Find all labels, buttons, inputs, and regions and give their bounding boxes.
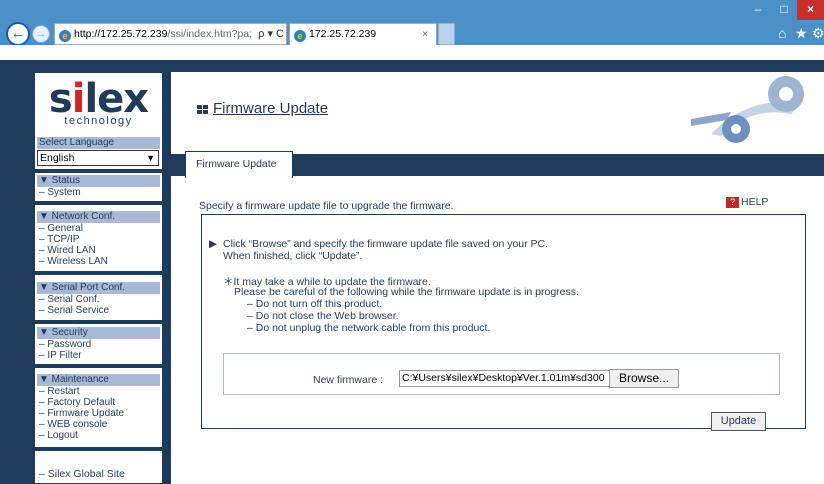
maintenance-header: ▼ Maintenance: [37, 374, 160, 386]
note-line: Please be careful of the following while…: [234, 286, 579, 298]
instruction-update: When finished, click “Update”.: [223, 250, 363, 262]
gears-decoration-icon: [691, 74, 824, 148]
divider: [35, 271, 162, 275]
maximize-button[interactable]: □: [771, 0, 797, 20]
divider: [35, 201, 162, 205]
ie-icon: e: [294, 30, 306, 42]
sidebar-item-factory-default[interactable]: – Factory Default: [39, 397, 115, 408]
new-tab-button[interactable]: [438, 23, 455, 45]
divider: [35, 447, 162, 451]
sidebar-item-firmware-update[interactable]: – Firmware Update: [39, 408, 124, 419]
title-bullet-icon: [197, 105, 209, 115]
note-line: – Do not unplug the network cable from t…: [247, 322, 491, 334]
help-book-icon: ?: [726, 197, 739, 208]
ie-icon: e: [59, 30, 71, 42]
divider: [35, 364, 162, 368]
note-line: – Do not turn off this product.: [247, 298, 383, 310]
sidebar-item-serial-service[interactable]: – Serial Service: [39, 305, 109, 316]
firmware-file-input[interactable]: C:¥Users¥silex¥Desktop¥Ver.1.01m¥sd300: [399, 370, 610, 387]
sidebar-item-wired-lan[interactable]: – Wired LAN: [39, 245, 96, 256]
sidebar-item-ip-filter[interactable]: – IP Filter: [39, 350, 82, 361]
tab-close-icon[interactable]: ×: [422, 24, 428, 45]
sidebar-item-wireless-lan[interactable]: – Wireless LAN: [39, 256, 108, 267]
divider: [35, 320, 162, 324]
divider: [35, 169, 162, 173]
language-select[interactable]: English ▼: [37, 150, 159, 166]
minimize-button[interactable]: –: [745, 0, 771, 20]
sidebar-item-tcpip[interactable]: – TCP/IP: [39, 234, 79, 245]
sidebar-item-web-console[interactable]: – WEB console: [39, 419, 107, 430]
browse-button[interactable]: Browse...: [609, 369, 679, 388]
chevron-down-icon: ▼: [146, 153, 155, 163]
arrow-icon: ▶: [209, 238, 218, 250]
status-header: ▼ Status: [37, 175, 160, 187]
favorites-icon[interactable]: ★: [795, 25, 808, 42]
settings-gear-icon[interactable]: ⚙: [812, 25, 824, 42]
browser-tab[interactable]: e 172.25.72.239 ×: [289, 23, 437, 45]
tab-firmware-update[interactable]: Firmware Update: [185, 151, 293, 178]
back-button[interactable]: ←: [6, 22, 30, 46]
security-header: ▼ Security: [37, 327, 160, 339]
sidebar-item-serial-conf[interactable]: – Serial Conf.: [39, 294, 100, 305]
address-controls[interactable]: ρ ▾ C: [256, 24, 284, 44]
address-bar[interactable]: e http://172.25.72.239/ssi/index.htm?pa; …: [54, 23, 287, 45]
page-top-margin: [0, 45, 824, 60]
sidebar-item-logout[interactable]: – Logout: [39, 430, 78, 441]
language-header: Select Language: [37, 137, 160, 149]
update-button[interactable]: Update: [711, 412, 766, 431]
main-panel: Firmware Update Firmware Update Specify …: [170, 72, 824, 484]
forward-button[interactable]: →: [32, 25, 50, 43]
sidebar-item-general[interactable]: – General: [39, 223, 83, 234]
new-firmware-label: New firmware :: [313, 374, 384, 386]
sidebar: silex technology Select Language English…: [34, 72, 163, 484]
silex-global-site-link[interactable]: – Silex Global Site: [39, 468, 125, 480]
serial-header: ▼ Serial Port Conf.: [37, 282, 160, 294]
sidebar-item-system[interactable]: – System: [39, 187, 81, 198]
home-icon[interactable]: ⌂: [778, 25, 786, 41]
address-host: http://172.25.72.239: [74, 28, 168, 40]
address-path: /ssi/index.htm?pa;: [167, 28, 253, 40]
silex-logo[interactable]: silex technology: [35, 73, 162, 135]
sidebar-item-password[interactable]: – Password: [39, 339, 91, 350]
description-text: Specify a firmware update file to upgrad…: [199, 200, 454, 212]
sidebar-item-restart[interactable]: – Restart: [39, 386, 80, 397]
instruction-browse: Click “Browse” and specify the firmware …: [223, 238, 549, 250]
tab-title: 172.25.72.239: [309, 28, 377, 40]
note-line: – Do not close the Web browser.: [247, 310, 399, 322]
network-header: ▼ Network Conf.: [37, 211, 160, 223]
close-window-button[interactable]: ×: [797, 0, 824, 20]
help-link[interactable]: ? HELP: [726, 196, 768, 208]
page-title: Firmware Update: [213, 100, 329, 117]
